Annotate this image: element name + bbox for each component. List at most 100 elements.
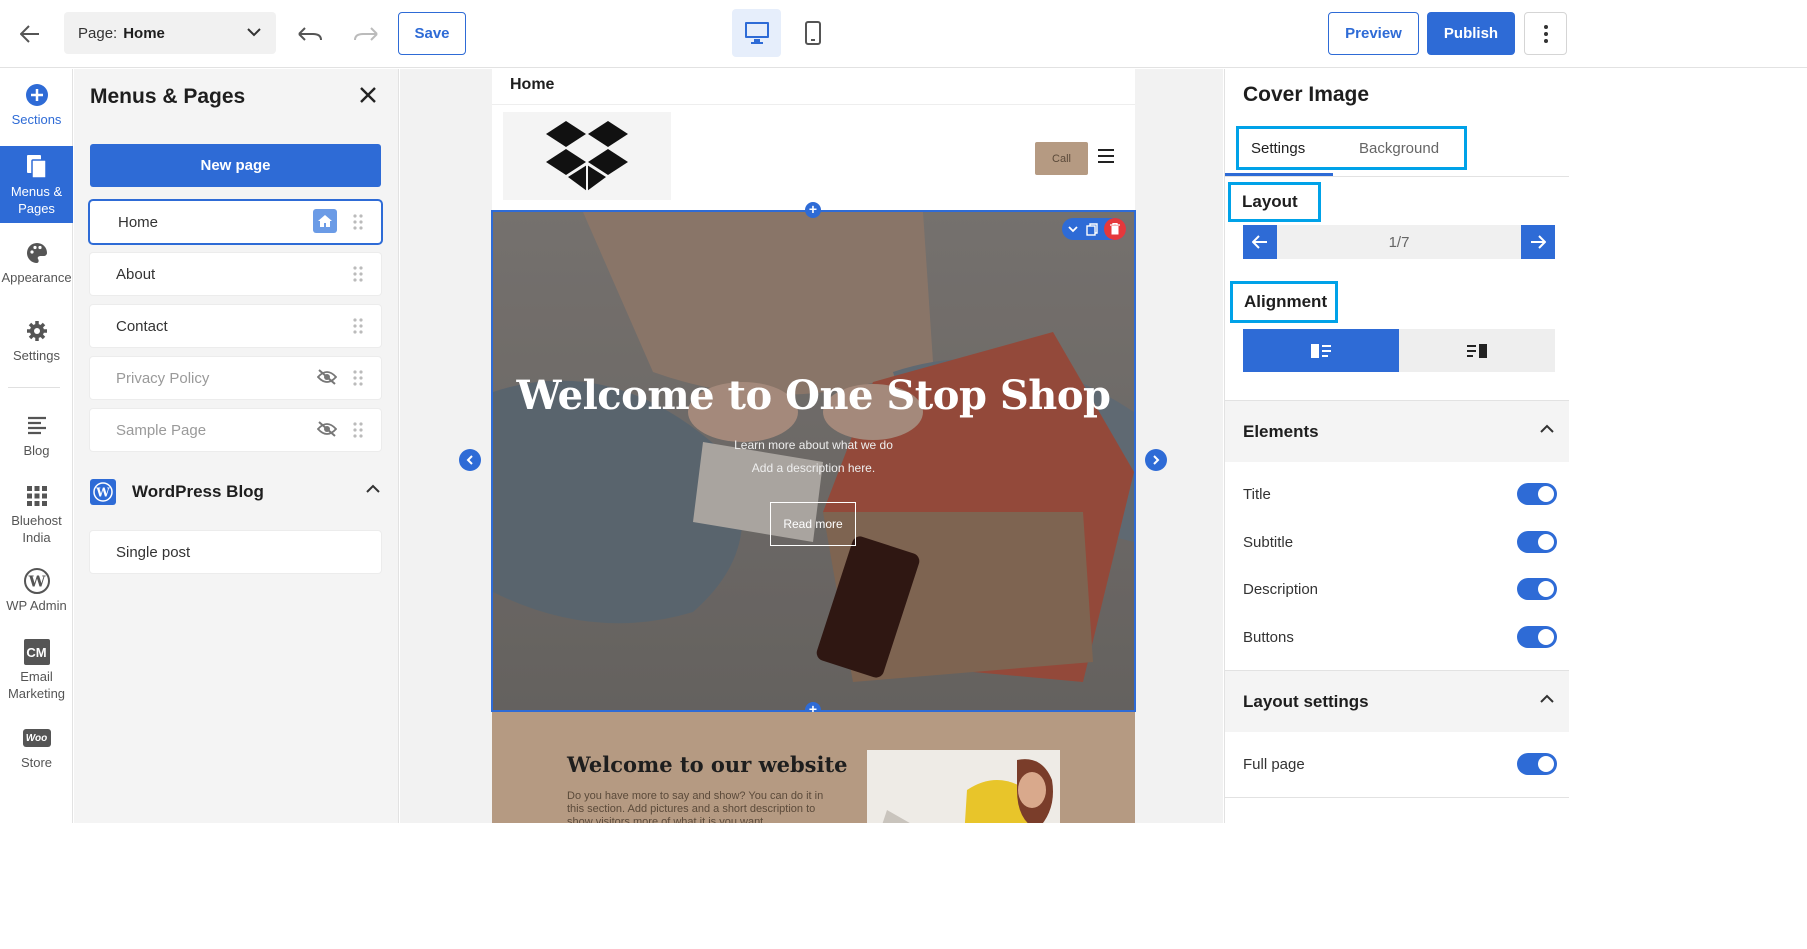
wordpress-icon: W (23, 568, 50, 594)
tab-settings[interactable]: Settings (1251, 129, 1305, 167)
eye-off-icon[interactable] (317, 421, 337, 437)
page-selector-label: Page: (78, 24, 118, 42)
wordpress-icon: W (90, 479, 116, 505)
page-item-single-post[interactable]: Single post (90, 531, 381, 573)
description-toggle[interactable] (1517, 578, 1557, 600)
wordpress-blog-title: WordPress Blog (132, 482, 264, 501)
drag-handle-icon[interactable] (353, 266, 363, 282)
page-item-about[interactable]: About (90, 253, 381, 295)
page-item-contact[interactable]: Contact (90, 305, 381, 347)
wordpress-blog-section-header[interactable]: W WordPress Blog (90, 477, 381, 507)
layout-stepper: 1/7 (1243, 225, 1555, 259)
menus-pages-panel: Menus & Pages New page Home About Contac… (74, 69, 399, 949)
site-header[interactable]: Call (492, 106, 1135, 210)
hero-description[interactable]: Add a description here. (493, 461, 1134, 475)
tab-background[interactable]: Background (1359, 129, 1439, 167)
delete-section-button[interactable] (1104, 218, 1126, 240)
editor-canvas: Home Call Welcome to One Stop Shop Learn… (400, 69, 1223, 949)
rail-item-sections[interactable]: Sections (0, 81, 73, 143)
hero-read-more-button[interactable]: Read more (770, 502, 856, 546)
align-right-button[interactable] (1399, 329, 1555, 372)
page-item-label: Sample Page (116, 421, 207, 439)
grid-icon (26, 486, 47, 506)
page-item-label: Single post (116, 543, 191, 561)
alignment-segmented-control (1243, 329, 1555, 372)
drag-handle-icon[interactable] (353, 318, 363, 334)
page-selector-value: Home (123, 24, 165, 42)
layout-settings-section-header[interactable]: Layout settings (1225, 670, 1569, 732)
rail-label-bluehost-2: India (22, 530, 51, 545)
copy-icon[interactable] (1086, 222, 1098, 236)
rail-item-appearance[interactable]: Appearance (0, 239, 73, 289)
page-item-sample-page[interactable]: Sample Page (90, 409, 381, 451)
close-panel-button[interactable] (356, 83, 380, 107)
back-button[interactable] (14, 18, 46, 50)
drag-handle-icon[interactable] (353, 214, 363, 230)
page-selector[interactable]: Page: Home (64, 12, 276, 54)
publish-button[interactable]: Publish (1427, 12, 1515, 55)
cover-image-section[interactable]: Welcome to One Stop Shop Learn more abou… (491, 210, 1136, 712)
pages-icon (26, 155, 47, 179)
welcome-title[interactable]: Welcome to our website (567, 752, 848, 777)
undo-button[interactable] (294, 18, 326, 50)
page-item-home[interactable]: Home (90, 201, 381, 243)
align-right-icon (1467, 343, 1487, 358)
cover-image-settings-panel: Cover Image Settings Background Layout 1… (1224, 69, 1569, 949)
subtitle-toggle[interactable] (1517, 531, 1557, 553)
save-button[interactable]: Save (398, 12, 466, 55)
desktop-view-button[interactable] (732, 9, 781, 57)
elements-section-header[interactable]: Elements (1225, 400, 1569, 462)
chevron-up-icon[interactable] (365, 483, 381, 495)
tabs-divider (1225, 176, 1569, 177)
rail-item-settings[interactable]: Settings (0, 317, 73, 367)
layout-next-button[interactable] (1521, 225, 1555, 259)
toggle-row-full-page: Full page (1225, 744, 1569, 784)
rail-item-email-marketing[interactable]: CM Email Marketing (0, 638, 73, 702)
page-item-privacy-policy[interactable]: Privacy Policy (90, 357, 381, 399)
preview-button[interactable]: Preview (1328, 12, 1419, 55)
left-nav-rail: Sections Menus & Pages Appearance Settin… (0, 69, 73, 949)
rail-label-email-2: Marketing (7, 686, 66, 701)
mobile-view-button[interactable] (790, 9, 836, 57)
rail-item-wp-admin[interactable]: W WP Admin (0, 567, 73, 617)
rail-item-store[interactable]: Woo Store (0, 724, 73, 774)
settings-tabs: Settings Background (1236, 126, 1467, 170)
hamburger-icon[interactable] (1098, 149, 1114, 163)
rail-item-bluehost[interactable]: Bluehost India (0, 482, 73, 546)
next-layout-arrow[interactable] (1145, 449, 1167, 471)
layout-prev-button[interactable] (1243, 225, 1277, 259)
eye-off-icon[interactable] (317, 369, 337, 385)
redo-button[interactable] (350, 18, 382, 50)
title-toggle[interactable] (1517, 483, 1557, 505)
rail-label-store: Store (20, 755, 53, 770)
add-section-above-button[interactable]: + (805, 202, 821, 218)
hero-subtitle[interactable]: Learn more about what we do (493, 438, 1134, 452)
full-page-toggle[interactable] (1517, 753, 1557, 775)
desktop-icon (744, 22, 769, 44)
previous-layout-arrow[interactable] (459, 449, 481, 471)
chevron-right-icon (1153, 455, 1160, 465)
page-item-label: Privacy Policy (116, 369, 210, 387)
call-button[interactable]: Call (1035, 142, 1088, 175)
drag-handle-icon[interactable] (353, 370, 363, 386)
chevron-up-icon (1540, 424, 1554, 433)
page-item-label: Home (118, 213, 159, 231)
blog-icon (27, 416, 46, 435)
chevron-down-icon[interactable] (1068, 225, 1078, 233)
panel-title: Menus & Pages (90, 85, 246, 108)
site-logo[interactable] (503, 112, 671, 200)
hero-title[interactable]: Welcome to One Stop Shop (493, 372, 1134, 419)
more-options-button[interactable] (1524, 12, 1567, 55)
buttons-toggle[interactable] (1517, 626, 1557, 648)
drag-handle-icon[interactable] (353, 422, 363, 438)
rail-label-blog: Blog (23, 443, 50, 458)
section-toolbar (1062, 218, 1126, 240)
toggle-row-subtitle: Subtitle (1225, 522, 1569, 562)
align-left-button[interactable] (1243, 329, 1399, 372)
home-icon (313, 209, 337, 233)
screen-bottom-blank-area (0, 823, 1807, 949)
page-item-label: Contact (116, 317, 168, 335)
rail-item-blog[interactable]: Blog (0, 412, 73, 462)
rail-item-menus-pages[interactable]: Menus & Pages (0, 146, 73, 223)
new-page-button[interactable]: New page (90, 144, 381, 187)
